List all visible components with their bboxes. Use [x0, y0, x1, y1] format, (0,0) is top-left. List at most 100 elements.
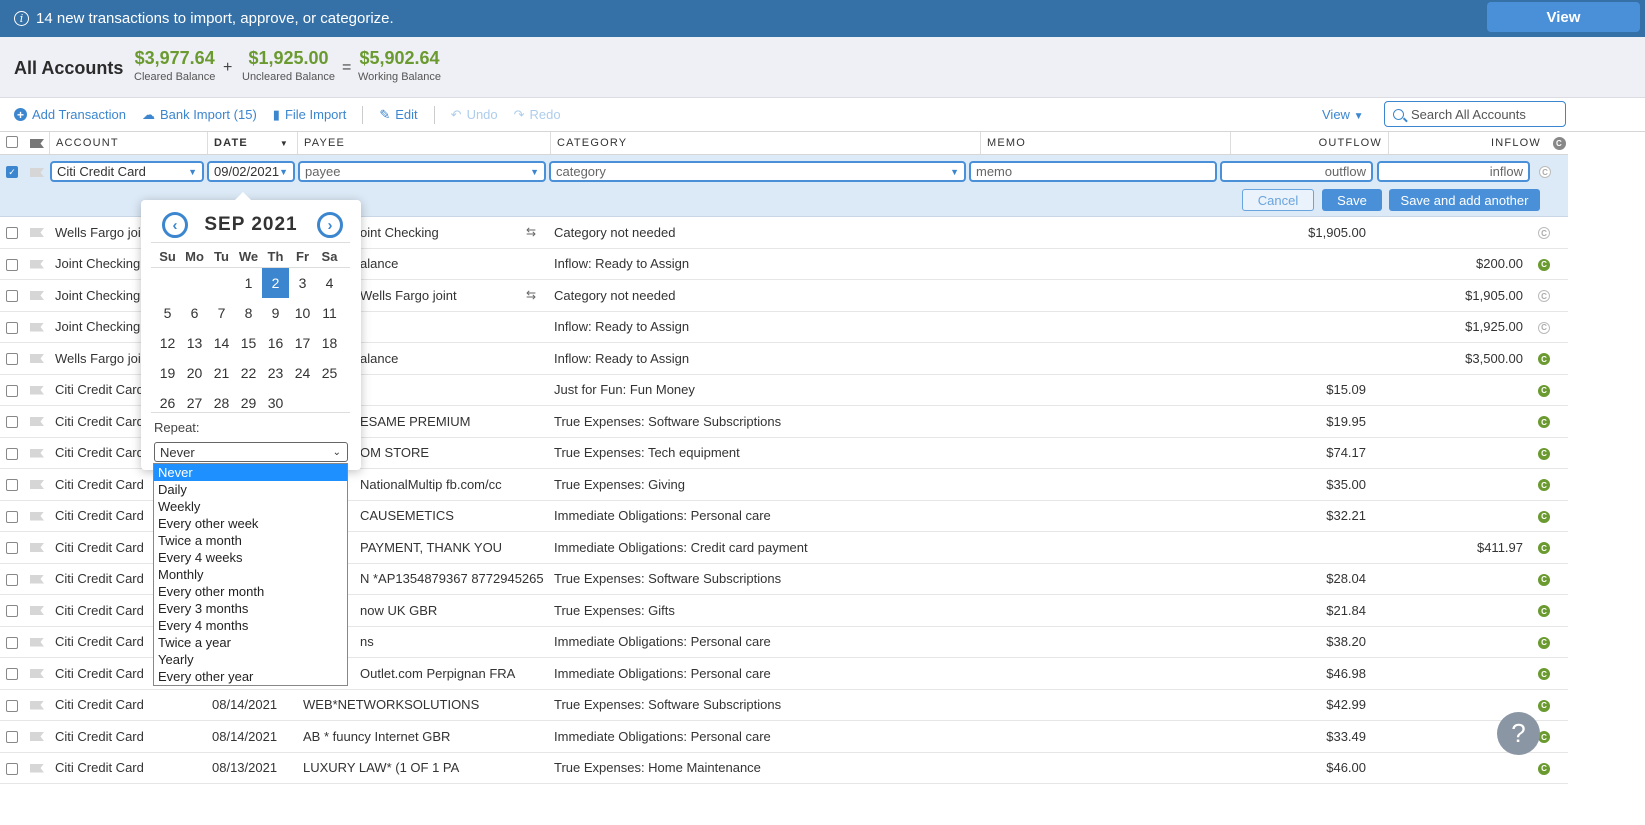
- row-checkbox[interactable]: [6, 353, 18, 365]
- repeat-option[interactable]: Weekly: [154, 498, 347, 515]
- calendar-day[interactable]: 4: [316, 268, 343, 298]
- bank-import-button[interactable]: ☁ Bank Import (15): [142, 107, 257, 123]
- cleared-icon[interactable]: C: [1538, 416, 1550, 428]
- row-checkbox[interactable]: [6, 731, 18, 743]
- payee-cell[interactable]: NationalMultip fb.com/cc: [360, 469, 545, 500]
- row-checkbox[interactable]: [6, 384, 18, 397]
- calendar-day[interactable]: 3: [289, 268, 316, 298]
- cleared-icon[interactable]: C: [1538, 447, 1550, 460]
- category-cell[interactable]: Category not needed: [554, 217, 974, 248]
- cleared-icon[interactable]: C: [1538, 479, 1550, 491]
- calendar-day[interactable]: 5: [154, 298, 181, 328]
- calendar-day[interactable]: 24: [289, 358, 316, 388]
- inflow-cell[interactable]: $200.00: [1388, 249, 1523, 280]
- row-checkbox[interactable]: [6, 258, 18, 271]
- repeat-option[interactable]: Every other year: [154, 668, 347, 685]
- repeat-option[interactable]: Twice a month: [154, 532, 347, 549]
- payee-cell[interactable]: alance: [360, 249, 545, 280]
- cleared-icon[interactable]: C: [1538, 290, 1550, 302]
- view-imports-button[interactable]: View: [1487, 2, 1640, 32]
- inflow-cell[interactable]: [1388, 627, 1523, 658]
- cleared-icon[interactable]: C: [1538, 353, 1550, 365]
- flag-icon[interactable]: [30, 637, 44, 647]
- search-input[interactable]: Search All Accounts: [1384, 101, 1566, 127]
- payee-cell[interactable]: ns: [360, 627, 545, 658]
- account-cell[interactable]: Citi Credit Card: [55, 690, 205, 721]
- inflow-cell[interactable]: [1388, 375, 1523, 406]
- row-checkbox[interactable]: [6, 321, 18, 334]
- repeat-option[interactable]: Yearly: [154, 651, 347, 668]
- payee-cell[interactable]: now UK GBR: [360, 595, 545, 626]
- category-cell[interactable]: Just for Fun: Fun Money: [554, 375, 974, 406]
- column-category[interactable]: CATEGORY: [550, 132, 980, 154]
- flag-icon[interactable]: [30, 574, 44, 584]
- outflow-cell[interactable]: $35.00: [1230, 469, 1366, 500]
- flag-icon[interactable]: [30, 417, 44, 426]
- calendar-day[interactable]: 27: [181, 388, 208, 418]
- cleared-icon[interactable]: C: [1538, 636, 1550, 649]
- help-button[interactable]: ?: [1497, 712, 1540, 755]
- cleared-icon[interactable]: C: [1538, 542, 1550, 554]
- cleared-icon[interactable]: C: [1538, 321, 1550, 334]
- column-account[interactable]: ACCOUNT: [49, 132, 207, 154]
- payee-cell[interactable]: [360, 312, 545, 343]
- inflow-cell[interactable]: [1388, 438, 1523, 469]
- account-cell[interactable]: Citi Credit Card: [55, 753, 205, 784]
- repeat-option[interactable]: Every 4 weeks: [154, 549, 347, 566]
- category-cell[interactable]: Category not needed: [554, 280, 974, 311]
- select-all-checkbox[interactable]: [6, 136, 18, 148]
- inflow-cell[interactable]: $1,925.00: [1388, 312, 1523, 343]
- inflow-cell[interactable]: $411.97: [1388, 532, 1523, 563]
- inflow-cell[interactable]: [1388, 469, 1523, 500]
- outflow-cell[interactable]: $46.00: [1230, 753, 1366, 784]
- save-button[interactable]: Save: [1322, 189, 1382, 211]
- table-row[interactable]: Citi Credit Card 08/13/2021 LUXURY LAW* …: [0, 753, 1568, 784]
- payee-cell[interactable]: N *AP1354879367 8772945265: [360, 564, 545, 595]
- category-cell[interactable]: Inflow: Ready to Assign: [554, 312, 974, 343]
- outflow-cell[interactable]: $33.49: [1230, 721, 1366, 752]
- calendar-day[interactable]: 25: [316, 358, 343, 388]
- column-inflow[interactable]: INFLOW: [1388, 132, 1547, 154]
- file-import-button[interactable]: ▮ File Import: [273, 107, 347, 123]
- account-select[interactable]: Citi Credit Card ▼: [50, 161, 204, 182]
- memo-input[interactable]: memo: [969, 161, 1217, 182]
- inflow-cell[interactable]: [1388, 690, 1523, 721]
- repeat-option[interactable]: Daily: [154, 481, 347, 498]
- inflow-cell[interactable]: [1388, 217, 1523, 248]
- flag-icon[interactable]: [30, 385, 44, 395]
- category-cell[interactable]: True Expenses: Giving: [554, 469, 974, 500]
- cleared-icon[interactable]: C: [1538, 510, 1550, 523]
- category-cell[interactable]: Immediate Obligations: Personal care: [554, 658, 974, 689]
- flag-icon[interactable]: [30, 732, 44, 741]
- payee-input[interactable]: payee ▼: [298, 161, 546, 182]
- flag-icon[interactable]: [30, 354, 44, 363]
- inflow-cell[interactable]: $1,905.00: [1388, 280, 1523, 311]
- outflow-cell[interactable]: $74.17: [1230, 438, 1366, 469]
- outflow-cell[interactable]: [1230, 312, 1366, 343]
- repeat-option[interactable]: Twice a year: [154, 634, 347, 651]
- category-cell[interactable]: Inflow: Ready to Assign: [554, 343, 974, 374]
- column-outflow[interactable]: OUTFLOW: [1230, 132, 1388, 154]
- calendar-day[interactable]: 15: [235, 328, 262, 358]
- flag-icon[interactable]: [30, 291, 44, 300]
- column-memo[interactable]: MEMO: [980, 132, 1230, 154]
- outflow-cell[interactable]: $15.09: [1230, 375, 1366, 406]
- calendar-day[interactable]: 7: [208, 298, 235, 328]
- category-cell[interactable]: Inflow: Ready to Assign: [554, 249, 974, 280]
- repeat-select[interactable]: Never ⌄: [154, 442, 348, 462]
- category-cell[interactable]: True Expenses: Tech equipment: [554, 438, 974, 469]
- category-cell[interactable]: Immediate Obligations: Personal care: [554, 721, 974, 752]
- cleared-icon[interactable]: C: [1538, 258, 1550, 271]
- payee-cell[interactable]: OM STORE: [360, 438, 545, 469]
- category-cell[interactable]: True Expenses: Software Subscriptions: [554, 690, 974, 721]
- category-input[interactable]: category ▼: [549, 161, 966, 182]
- calendar-day[interactable]: 22: [235, 358, 262, 388]
- payee-cell[interactable]: ESAME PREMIUM: [360, 406, 545, 437]
- payee-cell[interactable]: Wells Fargo joint: [360, 280, 545, 311]
- flag-icon[interactable]: [30, 669, 44, 678]
- cleared-icon[interactable]: C: [1538, 384, 1550, 397]
- payee-cell[interactable]: AB * fuuncy Internet GBR: [303, 721, 548, 752]
- flag-icon[interactable]: [30, 168, 44, 177]
- flag-icon[interactable]: [30, 480, 44, 489]
- flag-icon[interactable]: [30, 606, 44, 615]
